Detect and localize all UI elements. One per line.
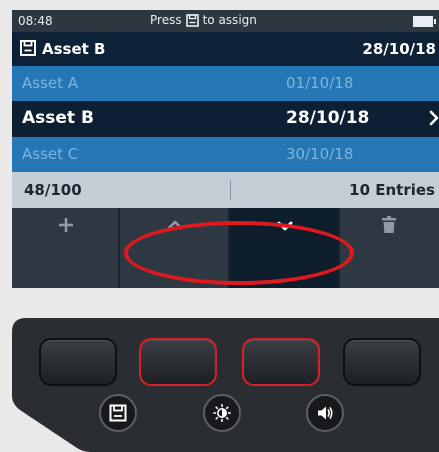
trash-icon bbox=[382, 216, 396, 233]
chevron-right-icon bbox=[429, 110, 439, 126]
info-divider bbox=[230, 180, 231, 200]
function-key-4[interactable] bbox=[343, 338, 421, 386]
list-item-asset-a[interactable]: Asset A 01/10/18 bbox=[12, 66, 439, 101]
device-keypad bbox=[12, 318, 439, 452]
list-item-asset-b[interactable]: Asset B 28/10/18 bbox=[12, 101, 439, 137]
list-item-asset-c[interactable]: Asset C 30/10/18 bbox=[12, 137, 439, 172]
clock: 08:48 bbox=[18, 14, 53, 28]
list-item-name: Asset B bbox=[22, 108, 94, 128]
plus-icon bbox=[59, 218, 73, 232]
highlight-ring bbox=[124, 221, 354, 285]
memory-count: 48/100 bbox=[24, 181, 82, 199]
status-bar: 08:48 Press to assign bbox=[12, 10, 439, 32]
function-key-2[interactable] bbox=[139, 338, 217, 386]
list-item-date: 01/10/18 bbox=[286, 74, 354, 92]
header-asset-date: 28/10/18 bbox=[362, 40, 436, 58]
header-asset-name: Asset B bbox=[42, 40, 106, 58]
add-softkey[interactable] bbox=[12, 208, 120, 288]
list-item-date: 30/10/18 bbox=[286, 145, 354, 163]
hint-prefix: Press bbox=[150, 13, 182, 27]
assign-hint: Press to assign bbox=[150, 13, 257, 27]
save-icon bbox=[20, 40, 36, 56]
brightness-icon bbox=[213, 404, 231, 422]
selected-asset-header: Asset B 28/10/18 bbox=[12, 32, 439, 66]
volume-icon bbox=[318, 406, 333, 420]
hint-suffix: to assign bbox=[202, 13, 257, 27]
list-item-name: Asset A bbox=[22, 74, 79, 92]
info-bar: 48/100 10 Entries bbox=[12, 172, 439, 208]
list-item-date: 28/10/18 bbox=[286, 108, 370, 128]
volume-button[interactable] bbox=[306, 394, 344, 432]
save-icon bbox=[109, 404, 127, 422]
brightness-button[interactable] bbox=[203, 394, 241, 432]
save-button[interactable] bbox=[99, 394, 137, 432]
function-key-1[interactable] bbox=[39, 338, 117, 386]
battery-icon bbox=[413, 16, 436, 27]
entries-count: 10 Entries bbox=[349, 181, 435, 199]
function-key-3[interactable] bbox=[242, 338, 320, 386]
list-item-name: Asset C bbox=[22, 145, 79, 163]
delete-softkey[interactable] bbox=[340, 208, 439, 288]
save-icon bbox=[185, 13, 199, 27]
